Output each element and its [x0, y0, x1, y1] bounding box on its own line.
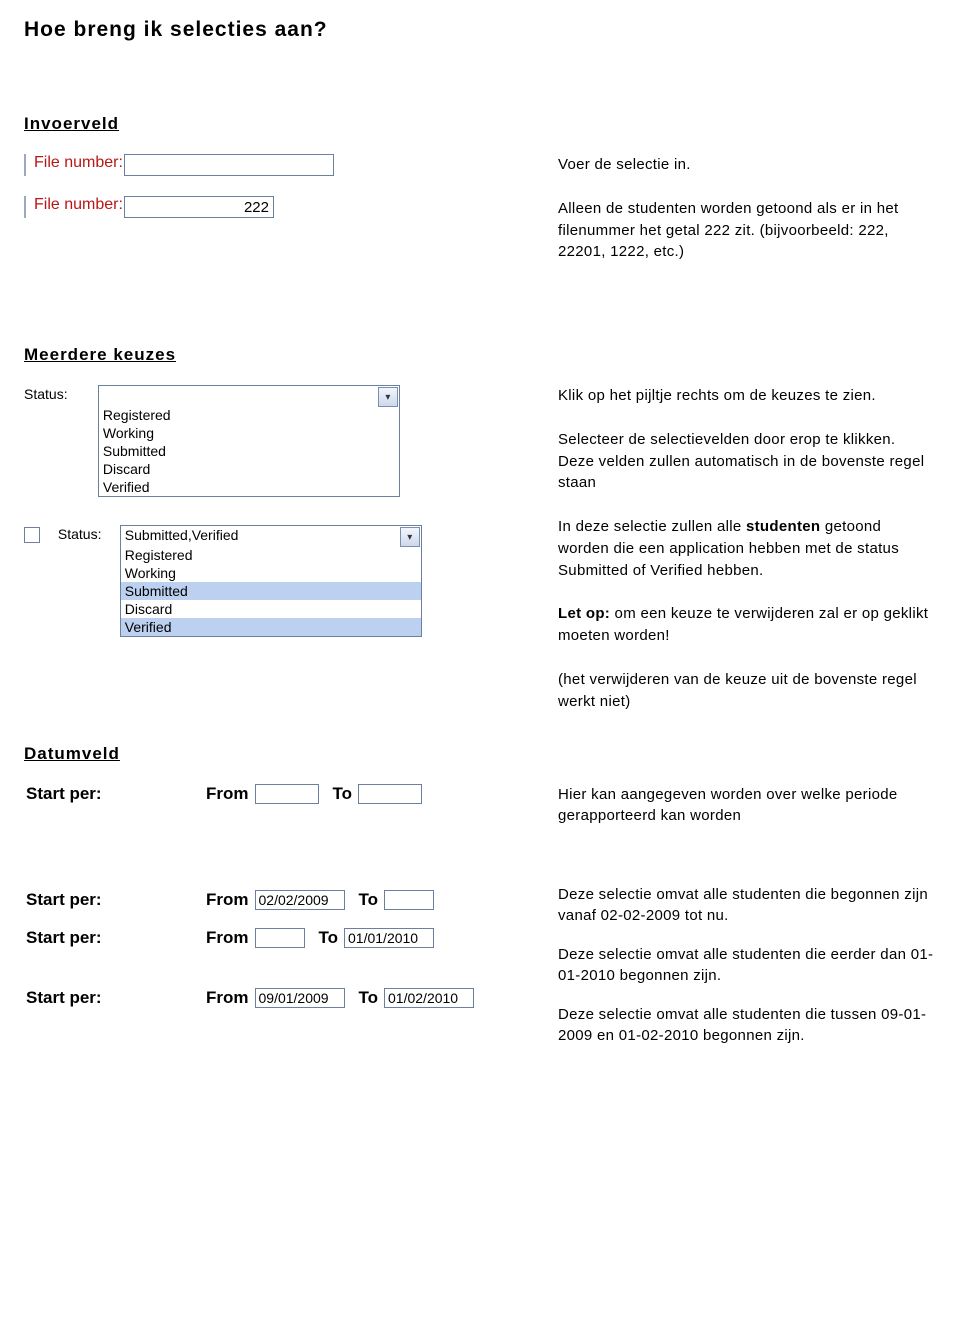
status-option[interactable]: Verified [99, 478, 399, 496]
keuzes-desc-4: Let op: om een keuze te verwijderen zal … [558, 603, 936, 647]
status-dropdown-1[interactable]: ▾ Registered Working Submitted Discard V… [98, 385, 400, 497]
to-label: To [359, 890, 379, 910]
status-option[interactable]: Working [121, 564, 421, 582]
to-date-input[interactable] [344, 928, 434, 948]
start-per-label: Start per: [26, 928, 206, 948]
start-per-label: Start per: [26, 890, 206, 910]
datum-side-1: Hier kan aangegeven worden over welke pe… [558, 784, 936, 826]
status-options-list-2: Registered Working Submitted Discard Ver… [121, 546, 421, 636]
start-per-label: Start per: [26, 988, 206, 1008]
date-row-1: Start per: From To [26, 784, 524, 804]
to-date-input[interactable] [384, 988, 474, 1008]
keuzes-desc-3: In deze selectie zullen alle studenten g… [558, 516, 936, 581]
heading-datumveld: Datumveld [24, 744, 936, 764]
status-option[interactable]: Registered [121, 546, 421, 564]
status-option[interactable]: Discard [121, 600, 421, 618]
from-date-input[interactable] [255, 890, 345, 910]
invoerveld-desc-1: Voer de selectie in. [558, 154, 936, 176]
start-per-label: Start per: [26, 784, 206, 804]
to-date-input[interactable] [358, 784, 422, 804]
status-option[interactable]: Discard [99, 460, 399, 478]
page-title: Hoe breng ik selecties aan? [24, 18, 936, 42]
text: om een keuze te verwijderen zal er op ge… [558, 605, 928, 644]
keuzes-desc-1: Klik op het pijltje rechts om de keuzes … [558, 385, 936, 407]
status-select-1: Status: ▾ Registered Working Submitted D… [24, 385, 524, 497]
chevron-down-icon[interactable]: ▾ [378, 387, 398, 407]
text-bold: Let op: [558, 605, 610, 622]
date-row-4: Start per: From To [26, 988, 524, 1008]
file-number-label: File number: [34, 196, 124, 214]
from-label: From [206, 928, 249, 948]
status-option[interactable]: Submitted [121, 582, 421, 600]
status-options-list-1: Registered Working Submitted Discard Ver… [99, 406, 399, 496]
status-option[interactable]: Submitted [99, 442, 399, 460]
status-checkbox[interactable] [24, 527, 40, 543]
text-bold: studenten [746, 518, 820, 535]
from-label: From [206, 988, 249, 1008]
status-option[interactable]: Working [99, 424, 399, 442]
from-label: From [206, 784, 249, 804]
status-selected-blank [99, 386, 378, 406]
status-dropdown-2[interactable]: Submitted,Verified ▾ Registered Working … [120, 525, 422, 637]
to-label: To [333, 784, 353, 804]
status-label: Status: [24, 385, 94, 402]
datum-side-2: Deze selectie omvat alle studenten die b… [558, 884, 936, 926]
datum-side-4: Deze selectie omvat alle studenten die t… [558, 1004, 936, 1046]
heading-keuzes: Meerdere keuzes [24, 345, 936, 365]
file-number-label: File number: [34, 154, 124, 172]
chevron-down-icon[interactable]: ▾ [400, 527, 420, 547]
text: In deze selectie zullen alle [558, 518, 746, 535]
keuzes-desc-2: Selecteer de selectievelden door erop te… [558, 429, 936, 494]
status-option[interactable]: Verified [121, 618, 421, 636]
status-option[interactable]: Registered [99, 406, 399, 424]
from-date-input[interactable] [255, 928, 305, 948]
date-row-3: Start per: From To [26, 928, 524, 948]
file-number-row-2: File number: [24, 196, 524, 218]
date-row-2: Start per: From To [26, 890, 524, 910]
file-number-input-empty[interactable] [124, 154, 334, 176]
file-number-input-222[interactable] [124, 196, 274, 218]
status-label: Status: [58, 525, 116, 542]
file-number-row-1: File number: [24, 154, 524, 176]
datum-side-3: Deze selectie omvat alle studenten die e… [558, 944, 936, 986]
keuzes-desc-5: (het verwijderen van de keuze uit de bov… [558, 669, 936, 713]
to-date-input[interactable] [384, 890, 434, 910]
to-label: To [319, 928, 339, 948]
status-select-2: Status: Submitted,Verified ▾ Registered … [24, 525, 524, 637]
heading-invoerveld: Invoerveld [24, 114, 936, 134]
to-label: To [359, 988, 379, 1008]
status-selected-value: Submitted,Verified [121, 526, 400, 546]
from-date-input[interactable] [255, 988, 345, 1008]
from-date-input[interactable] [255, 784, 319, 804]
from-label: From [206, 890, 249, 910]
invoerveld-desc-2: Alleen de studenten worden getoond als e… [558, 198, 936, 263]
